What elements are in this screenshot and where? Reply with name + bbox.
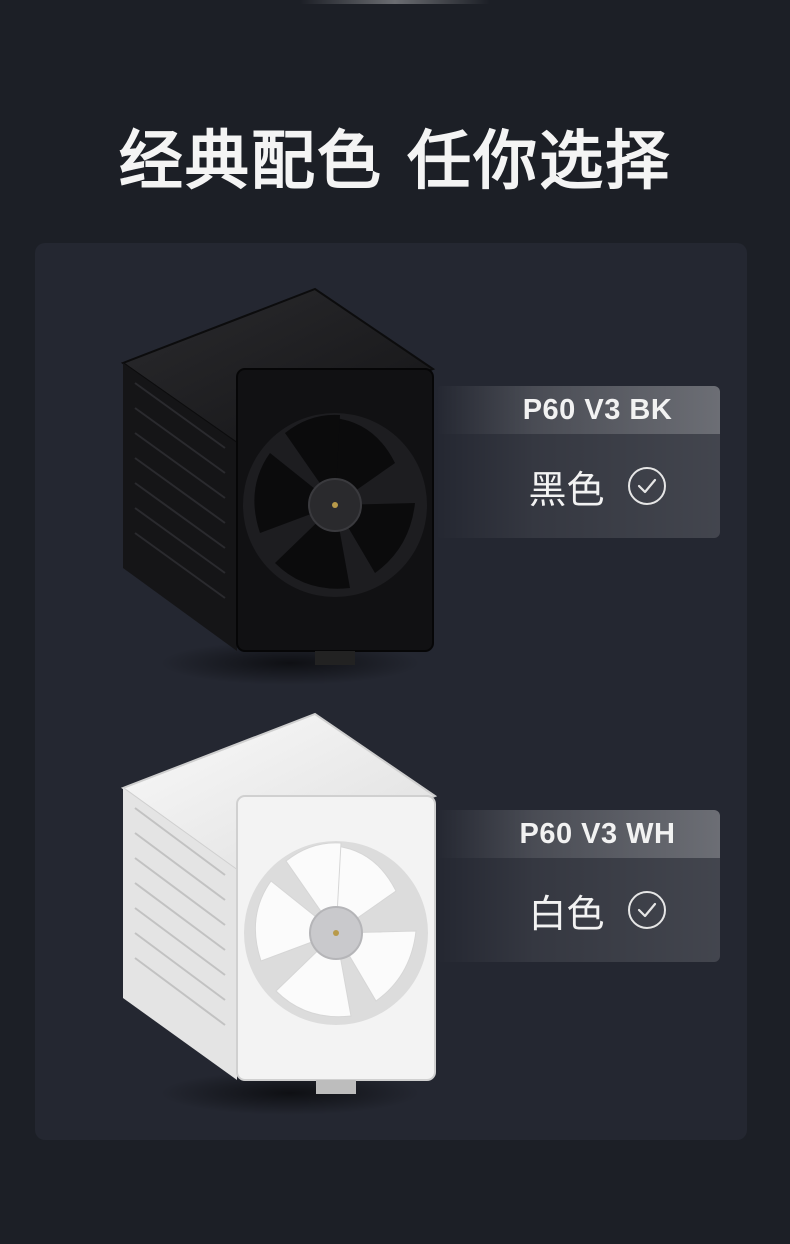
variants-panel: P60 V3 BK 黑色 P60 V3 WH 白色 — [35, 243, 747, 1140]
cpu-cooler-white-image — [120, 712, 438, 1115]
model-name: P60 V3 WH — [435, 810, 720, 858]
variant-white: P60 V3 WH 白色 — [35, 708, 747, 1128]
top-glow-decoration — [300, 0, 490, 4]
check-circle-icon — [627, 891, 666, 929]
page-title: 经典配色 任你选择 — [118, 125, 672, 199]
variant-card-black[interactable]: P60 V3 BK 黑色 — [435, 386, 720, 538]
color-option: 黑色 — [435, 434, 720, 538]
model-name: P60 V3 BK — [435, 386, 720, 434]
cpu-cooler-black-image — [120, 287, 436, 685]
color-name: 白色 — [528, 891, 605, 936]
variant-black: P60 V3 BK 黑色 — [35, 283, 747, 703]
variant-card-white[interactable]: P60 V3 WH 白色 — [435, 810, 720, 962]
color-option: 白色 — [435, 858, 720, 962]
check-circle-icon — [627, 467, 666, 505]
color-name: 黑色 — [528, 467, 605, 512]
